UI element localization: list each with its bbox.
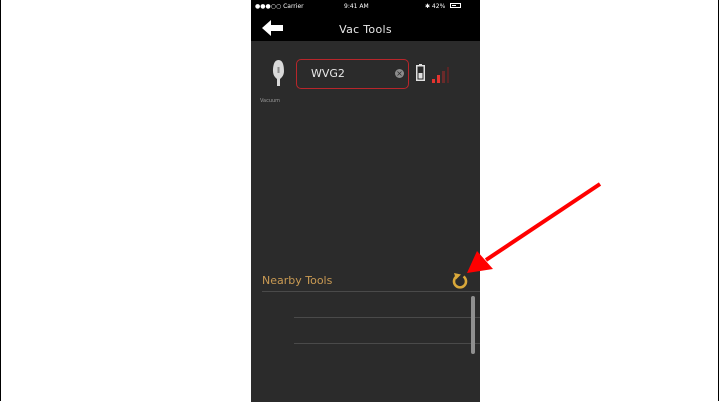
refresh-icon[interactable] [452,272,468,289]
status-battery-text: ✱ 42% [425,3,446,10]
page-title: Vac Tools [339,23,392,36]
signal-icon [432,67,449,83]
status-carrier: ●●●○○ Carrier [255,3,304,10]
phone-screen: ●●●○○ Carrier 9:41 AM ✱ 42% Vac Tools Va… [251,0,480,402]
vacuum-cup-icon [273,60,284,86]
nearby-tools-label: Nearby Tools [262,274,333,287]
list-scrollbar[interactable] [471,296,475,354]
status-battery-icon [450,3,461,8]
vacuum-label: Vacuum [260,98,281,104]
list-row-divider [294,317,480,318]
status-bar: ●●●○○ Carrier 9:41 AM ✱ 42% [251,0,480,14]
status-time: 9:41 AM [344,3,369,10]
tool-name-field[interactable]: WVG2 × [296,59,409,89]
nav-bar: Vac Tools [251,14,480,41]
list-row-divider [294,343,480,344]
clear-icon[interactable]: × [395,69,404,78]
battery-icon [416,64,425,81]
tool-name-value: WVG2 [311,67,345,80]
nearby-divider [262,291,480,292]
